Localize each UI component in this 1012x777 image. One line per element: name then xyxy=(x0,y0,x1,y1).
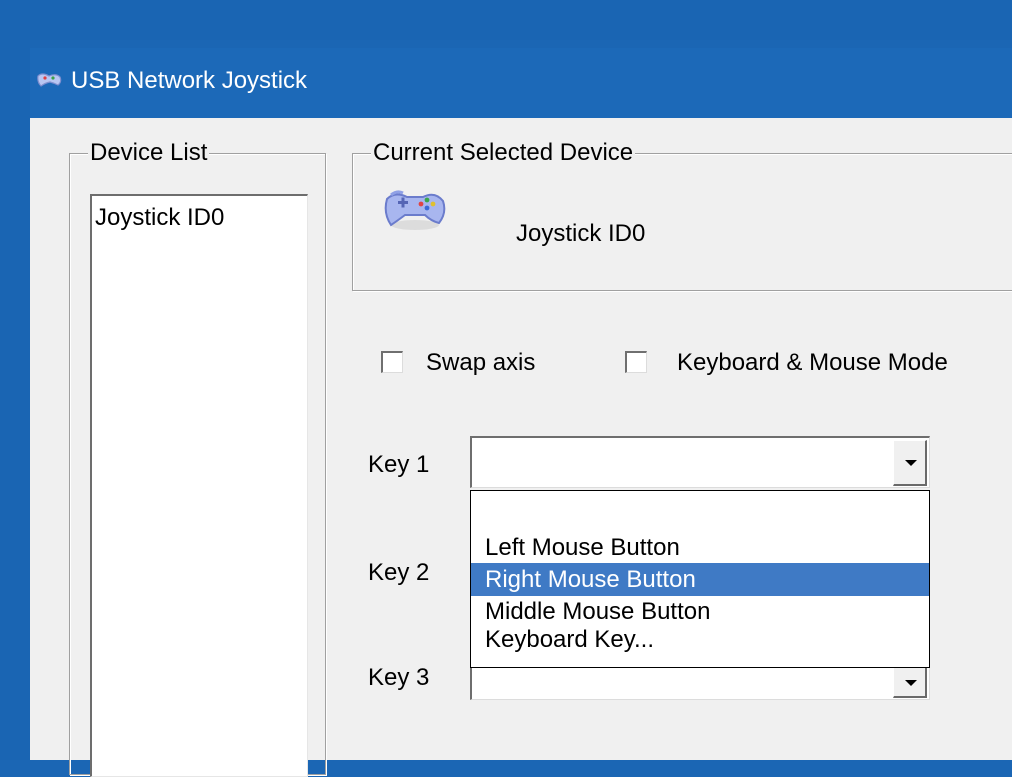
device-list-label: Device List xyxy=(88,139,210,167)
app-window: USB Network Joystick Device List Joystic… xyxy=(30,48,1012,777)
dropdown-item-keyboard-key[interactable]: Keyboard Key... xyxy=(471,623,929,656)
device-listbox[interactable]: Joystick ID0 xyxy=(90,194,308,777)
current-device-label: Current Selected Device xyxy=(371,139,636,167)
dropdown-item-empty[interactable] xyxy=(471,499,929,532)
chevron-down-icon xyxy=(905,680,917,686)
chevron-down-icon xyxy=(905,460,917,466)
device-list-group: Device List Joystick ID0 xyxy=(69,139,326,777)
keyboard-mouse-mode-label[interactable]: Keyboard & Mouse Mode xyxy=(677,349,948,377)
dropdown-item-left-mouse[interactable]: Left Mouse Button xyxy=(471,531,929,564)
title-bar[interactable]: USB Network Joystick xyxy=(30,48,1012,118)
swap-axis-label[interactable]: Swap axis xyxy=(426,349,535,377)
keyboard-mouse-mode-checkbox[interactable] xyxy=(625,351,647,373)
list-item[interactable]: Joystick ID0 xyxy=(95,204,224,232)
dropdown-item-right-mouse[interactable]: Right Mouse Button xyxy=(471,563,929,596)
key1-combobox[interactable] xyxy=(470,436,930,488)
current-device-group: Current Selected Device Joystick ID0 xyxy=(352,139,1012,291)
swap-axis-checkbox[interactable] xyxy=(381,351,403,373)
window-title: USB Network Joystick xyxy=(71,67,308,94)
key3-label: Key 3 xyxy=(368,664,430,691)
joystick-icon xyxy=(37,73,62,87)
desktop-background xyxy=(0,0,1012,40)
gamepad-icon xyxy=(384,190,446,230)
desktop-background-left xyxy=(0,0,30,760)
current-device-name: Joystick ID0 xyxy=(516,220,646,247)
key2-label: Key 2 xyxy=(368,559,430,586)
key1-dropdown-button[interactable] xyxy=(893,440,927,486)
key1-dropdown-list[interactable]: Left Mouse Button Right Mouse Button Mid… xyxy=(470,490,930,668)
key1-label: Key 1 xyxy=(368,451,430,478)
